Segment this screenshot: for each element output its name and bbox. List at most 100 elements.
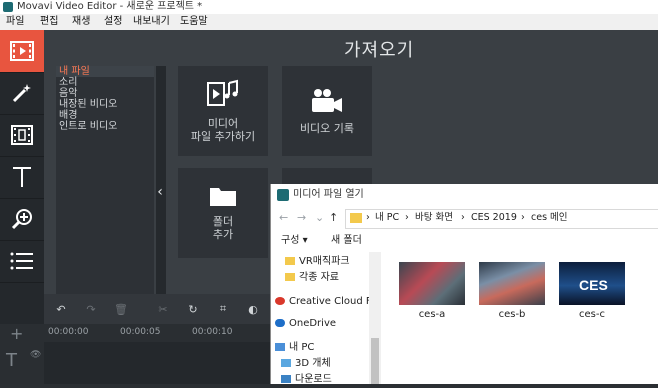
breadcrumb-sep-icon: › [521,212,525,223]
import-tool-button[interactable] [0,30,44,73]
breadcrumb-ces-main[interactable]: ces 메인 [531,210,568,226]
breadcrumb-sep-icon: › [366,212,370,223]
timeline-ruler: 00:00:00 00:00:05 00:00:10 [44,324,270,342]
breadcrumb-ces-2019[interactable]: CES 2019 [471,210,517,226]
media-files-icon [207,79,238,106]
file-name-ces-c[interactable]: ces-c [559,309,625,320]
svg-text:CES: CES [579,277,608,293]
filters-wand-icon [12,84,31,103]
color-adjust-button[interactable]: ◐ [240,298,266,320]
color-adjust-icon: ◐ [248,302,258,316]
nav-item-creative-cloud[interactable]: Creative Cloud Fil [275,294,376,310]
app-logo-icon [3,2,13,12]
transitions-tool-button[interactable] [0,114,44,157]
redo-button[interactable]: ↷ [78,298,104,320]
titles-icon [13,167,31,187]
title-bar: Movavi Video Editor - 새로운 프로젝트 * [0,0,658,14]
more-tool-button[interactable] [0,240,44,283]
menu-settings[interactable]: 설정 [104,14,122,30]
creative-cloud-icon [275,297,285,305]
file-thumbnail-ces-a[interactable] [399,262,465,305]
onedrive-cloud-icon [275,319,285,327]
zoom-icon [11,209,32,230]
nav-item-resources[interactable]: 각종 자료 [285,270,339,286]
file-thumbnail-ces-b[interactable] [479,262,545,305]
menu-bar: 파일 편집 재생 설정 내보내기 도움말 [0,14,658,30]
breadcrumb-desktop[interactable]: 바탕 화면 [415,210,453,226]
crop-button[interactable]: ⌗ [210,298,236,320]
recent-dropdown-icon[interactable]: ⌄ [315,211,324,224]
menu-file[interactable]: 파일 [6,14,24,30]
back-button[interactable]: ← [279,211,288,224]
trash-icon: 🗑 [114,302,128,316]
add-media-files-tile[interactable]: 미디어 파일 추가하기 [178,66,268,156]
ruler-tick-0: 00:00:00 [48,327,89,337]
filters-tool-button[interactable] [0,72,44,115]
dialog-title: 미디어 파일 열기 [293,189,364,200]
folder-icon [350,213,362,223]
menu-help[interactable]: 도움말 [180,14,208,30]
folder-icon [285,257,295,265]
menu-edit[interactable]: 편집 [40,14,58,30]
breadcrumb-my-pc[interactable]: 내 PC [375,210,399,226]
cut-button[interactable]: ✂ [150,298,176,320]
crop-icon: ⌗ [219,302,227,315]
edit-toolbar: ↶ ↷ 🗑 ✂ ↻ ⌗ ◐ [44,294,270,324]
add-folder-tile[interactable]: 폴더 추가 [178,168,268,258]
nav-item-onedrive[interactable]: OneDrive [275,316,336,332]
app-logo-icon [277,189,289,201]
forward-button[interactable]: → [297,211,306,224]
new-folder-button[interactable]: 새 폴더 [331,230,362,252]
category-builtin-videos[interactable]: 내장된 비디오 [56,99,154,110]
address-breadcrumb[interactable]: › 내 PC › 바탕 화면 › CES 2019 › ces 메인 [345,209,658,229]
category-intro-videos[interactable]: 인트로 비디오 [56,121,154,132]
cube-icon [281,359,291,367]
panel-title: 가져오기 [344,40,415,61]
delete-button[interactable]: 🗑 [108,298,134,320]
dialog-command-bar: 구성 ▾ 새 폴더 [271,230,658,252]
up-folder-button[interactable]: ↑ [329,211,338,224]
folder-icon [285,273,295,281]
ruler-tick-5: 00:00:05 [120,327,161,337]
add-folder-label: 폴더 추가 [212,215,234,241]
category-list: 내 파일 소리 음악 내장된 비디오 배경 인트로 비디오 [56,66,154,318]
zoom-tool-button[interactable] [0,198,44,241]
window-title: Movavi Video Editor - 새로운 프로젝트 * [17,1,203,12]
collapse-panel-button[interactable]: ‹ [153,66,167,318]
dialog-nav-row: ← → ⌄ ↑ › 내 PC › 바탕 화면 › CES 2019 › ces … [271,206,658,230]
category-backgrounds[interactable]: 배경 [56,110,154,121]
computer-icon [275,343,285,351]
visibility-eye-icon[interactable]: 👁 [30,350,41,360]
category-sounds[interactable]: 소리 [56,77,154,88]
video-camera-icon [312,88,342,112]
rotate-button[interactable]: ↻ [180,298,206,320]
file-thumbnail-ces-c[interactable]: CES [559,262,625,305]
text-track-icon: T [6,350,17,371]
titles-tool-button[interactable] [0,156,44,199]
nav-scroll-thumb[interactable] [371,338,379,384]
category-music[interactable]: 음악 [56,88,154,99]
menu-playback[interactable]: 재생 [72,14,90,30]
breadcrumb-sep-icon: › [405,212,409,223]
menu-export[interactable]: 내보내기 [133,14,170,30]
nav-item-3d-objects[interactable]: 3D 개체 [281,356,331,372]
undo-icon: ↶ [56,302,66,316]
undo-button[interactable]: ↶ [48,298,74,320]
nav-item-this-pc[interactable]: 내 PC [275,340,314,356]
organize-button[interactable]: 구성 ▾ [281,230,308,252]
nav-scrollbar[interactable] [369,252,381,384]
nav-item-vr-magic-park[interactable]: VR매직파크 [285,254,350,270]
file-name-ces-a[interactable]: ces-a [399,309,465,320]
nav-item-downloads[interactable]: 다운로드 [281,372,332,388]
add-track-icon[interactable]: + [10,324,23,343]
more-list-icon [10,252,33,270]
record-video-label: 비디오 기록 [299,121,355,135]
ruler-tick-10: 00:00:10 [192,327,233,337]
import-icon [10,41,34,61]
file-name-ces-b[interactable]: ces-b [479,309,545,320]
navigation-pane: VR매직파크 각종 자료 Creative Cloud Fil OneDrive… [271,252,381,385]
rotate-icon: ↻ [188,302,198,316]
timeline-tracks[interactable] [44,342,270,384]
record-video-tile[interactable]: 비디오 기록 [282,66,372,156]
category-my-files[interactable]: 내 파일 [56,66,154,77]
